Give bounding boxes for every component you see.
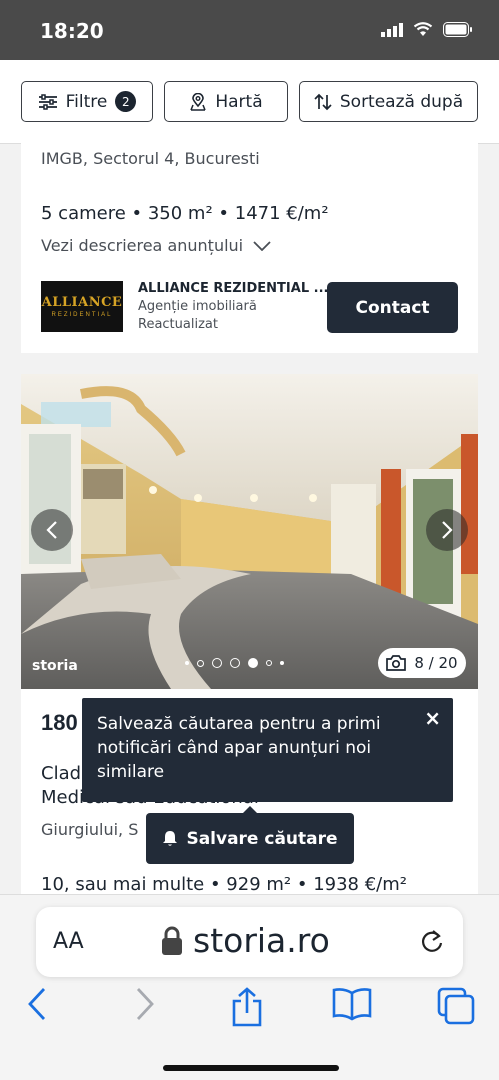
book-icon xyxy=(332,988,372,1021)
share-icon xyxy=(232,987,262,1027)
listing-location: Giurgiului, S xyxy=(41,820,139,839)
url-display[interactable]: storia.ro xyxy=(161,921,330,960)
browser-chrome: AA storia.ro xyxy=(0,894,499,1080)
browser-nav-bar xyxy=(0,987,499,1031)
filters-button[interactable]: Filtre 2 xyxy=(21,81,153,122)
agency-logo[interactable]: ALLIANCE REZIDENTIAL xyxy=(41,281,123,332)
agency-logo-subtext: REZIDENTIAL xyxy=(51,312,113,318)
agency-type: Agenție imobiliară xyxy=(138,299,257,314)
back-arrow-icon xyxy=(28,988,46,1020)
tabs-icon xyxy=(437,987,475,1025)
next-photo-button[interactable] xyxy=(426,509,468,551)
reader-settings-label: AA xyxy=(53,929,84,954)
search-toolbar: Filtre 2 Hartă Sortează după xyxy=(0,60,499,144)
listing-photo-image xyxy=(21,374,478,689)
close-icon[interactable]: × xyxy=(424,706,441,730)
tooltip-text: Salvează căutarea pentru a primi notific… xyxy=(97,714,381,782)
listing-photo[interactable]: storia 8 / 20 xyxy=(21,374,478,689)
sort-label: Sortează după xyxy=(339,91,464,112)
agency-status: Reactualizat xyxy=(138,317,218,332)
agency-name: ALLIANCE REZIDENTIAL ... xyxy=(138,281,329,296)
lock-icon xyxy=(162,926,182,955)
signal-icon xyxy=(381,22,403,37)
sliders-icon xyxy=(38,93,57,110)
agency-logo-text: ALLIANCE xyxy=(41,295,123,310)
status-icons xyxy=(381,22,473,37)
reload-button[interactable] xyxy=(419,927,445,960)
pagination-dot xyxy=(212,658,222,668)
share-button[interactable] xyxy=(230,987,264,1032)
listing-price: 180 xyxy=(41,710,78,735)
url-text: storia.ro xyxy=(193,921,330,960)
photo-watermark: storia xyxy=(32,658,78,674)
photo-pagination-dots xyxy=(185,658,284,668)
listing-card-1[interactable]: IMGB, Sectorul 4, Bucuresti 5 camere • 3… xyxy=(21,143,478,353)
address-bar[interactable]: AA storia.ro xyxy=(36,907,463,977)
sort-arrows-icon xyxy=(314,93,332,110)
photo-counter-text: 8 / 20 xyxy=(414,654,458,672)
battery-icon xyxy=(443,22,472,37)
view-description-link[interactable]: Vezi descrierea anunțului xyxy=(41,236,271,255)
map-button[interactable]: Hartă xyxy=(164,81,288,122)
listing-specs: 10, sau mai multe • 929 m² • 1938 €/m² xyxy=(41,874,407,895)
chevron-left-icon xyxy=(46,521,57,539)
status-bar: 18:20 xyxy=(0,0,499,60)
forward-button[interactable] xyxy=(134,987,156,1026)
home-indicator xyxy=(163,1065,339,1071)
contact-button[interactable]: Contact xyxy=(327,282,458,333)
photo-counter: 8 / 20 xyxy=(378,648,466,678)
camera-icon xyxy=(386,655,407,671)
reader-settings-button[interactable]: AA xyxy=(53,929,84,954)
agency-info[interactable]: ALLIANCE REZIDENTIAL ... Agenție imobili… xyxy=(138,280,328,334)
pagination-dot-active xyxy=(248,658,258,668)
bell-icon xyxy=(163,831,178,846)
map-label: Hartă xyxy=(215,91,263,112)
chevron-right-icon xyxy=(442,521,453,539)
chevron-down-icon xyxy=(253,240,271,251)
pagination-dot xyxy=(280,661,284,665)
forward-arrow-icon xyxy=(136,988,154,1020)
reload-icon xyxy=(421,930,443,952)
pagination-dot xyxy=(266,660,272,666)
view-description-label: Vezi descrierea anunțului xyxy=(41,236,244,255)
tabs-button[interactable] xyxy=(437,987,475,1030)
save-search-button[interactable]: Salvare căutare xyxy=(146,806,354,864)
listing-specs: 5 camere • 350 m² • 1471 €/m² xyxy=(41,203,329,224)
filters-count-badge: 2 xyxy=(115,91,137,112)
map-pin-icon xyxy=(190,92,207,111)
wifi-icon xyxy=(413,22,433,36)
save-search-tooltip: Salvează căutarea pentru a primi notific… xyxy=(82,698,453,802)
status-time: 18:20 xyxy=(40,19,104,43)
sort-button[interactable]: Sortează după xyxy=(299,81,478,122)
back-button[interactable] xyxy=(26,987,48,1026)
listing-location: IMGB, Sectorul 4, Bucuresti xyxy=(41,149,260,168)
filters-label: Filtre xyxy=(65,91,108,112)
pagination-dot xyxy=(197,659,204,667)
bookmarks-button[interactable] xyxy=(332,987,372,1026)
save-search-label: Salvare căutare xyxy=(186,828,338,849)
pagination-dot xyxy=(230,658,240,668)
prev-photo-button[interactable] xyxy=(31,509,73,551)
pagination-dot xyxy=(185,661,189,665)
